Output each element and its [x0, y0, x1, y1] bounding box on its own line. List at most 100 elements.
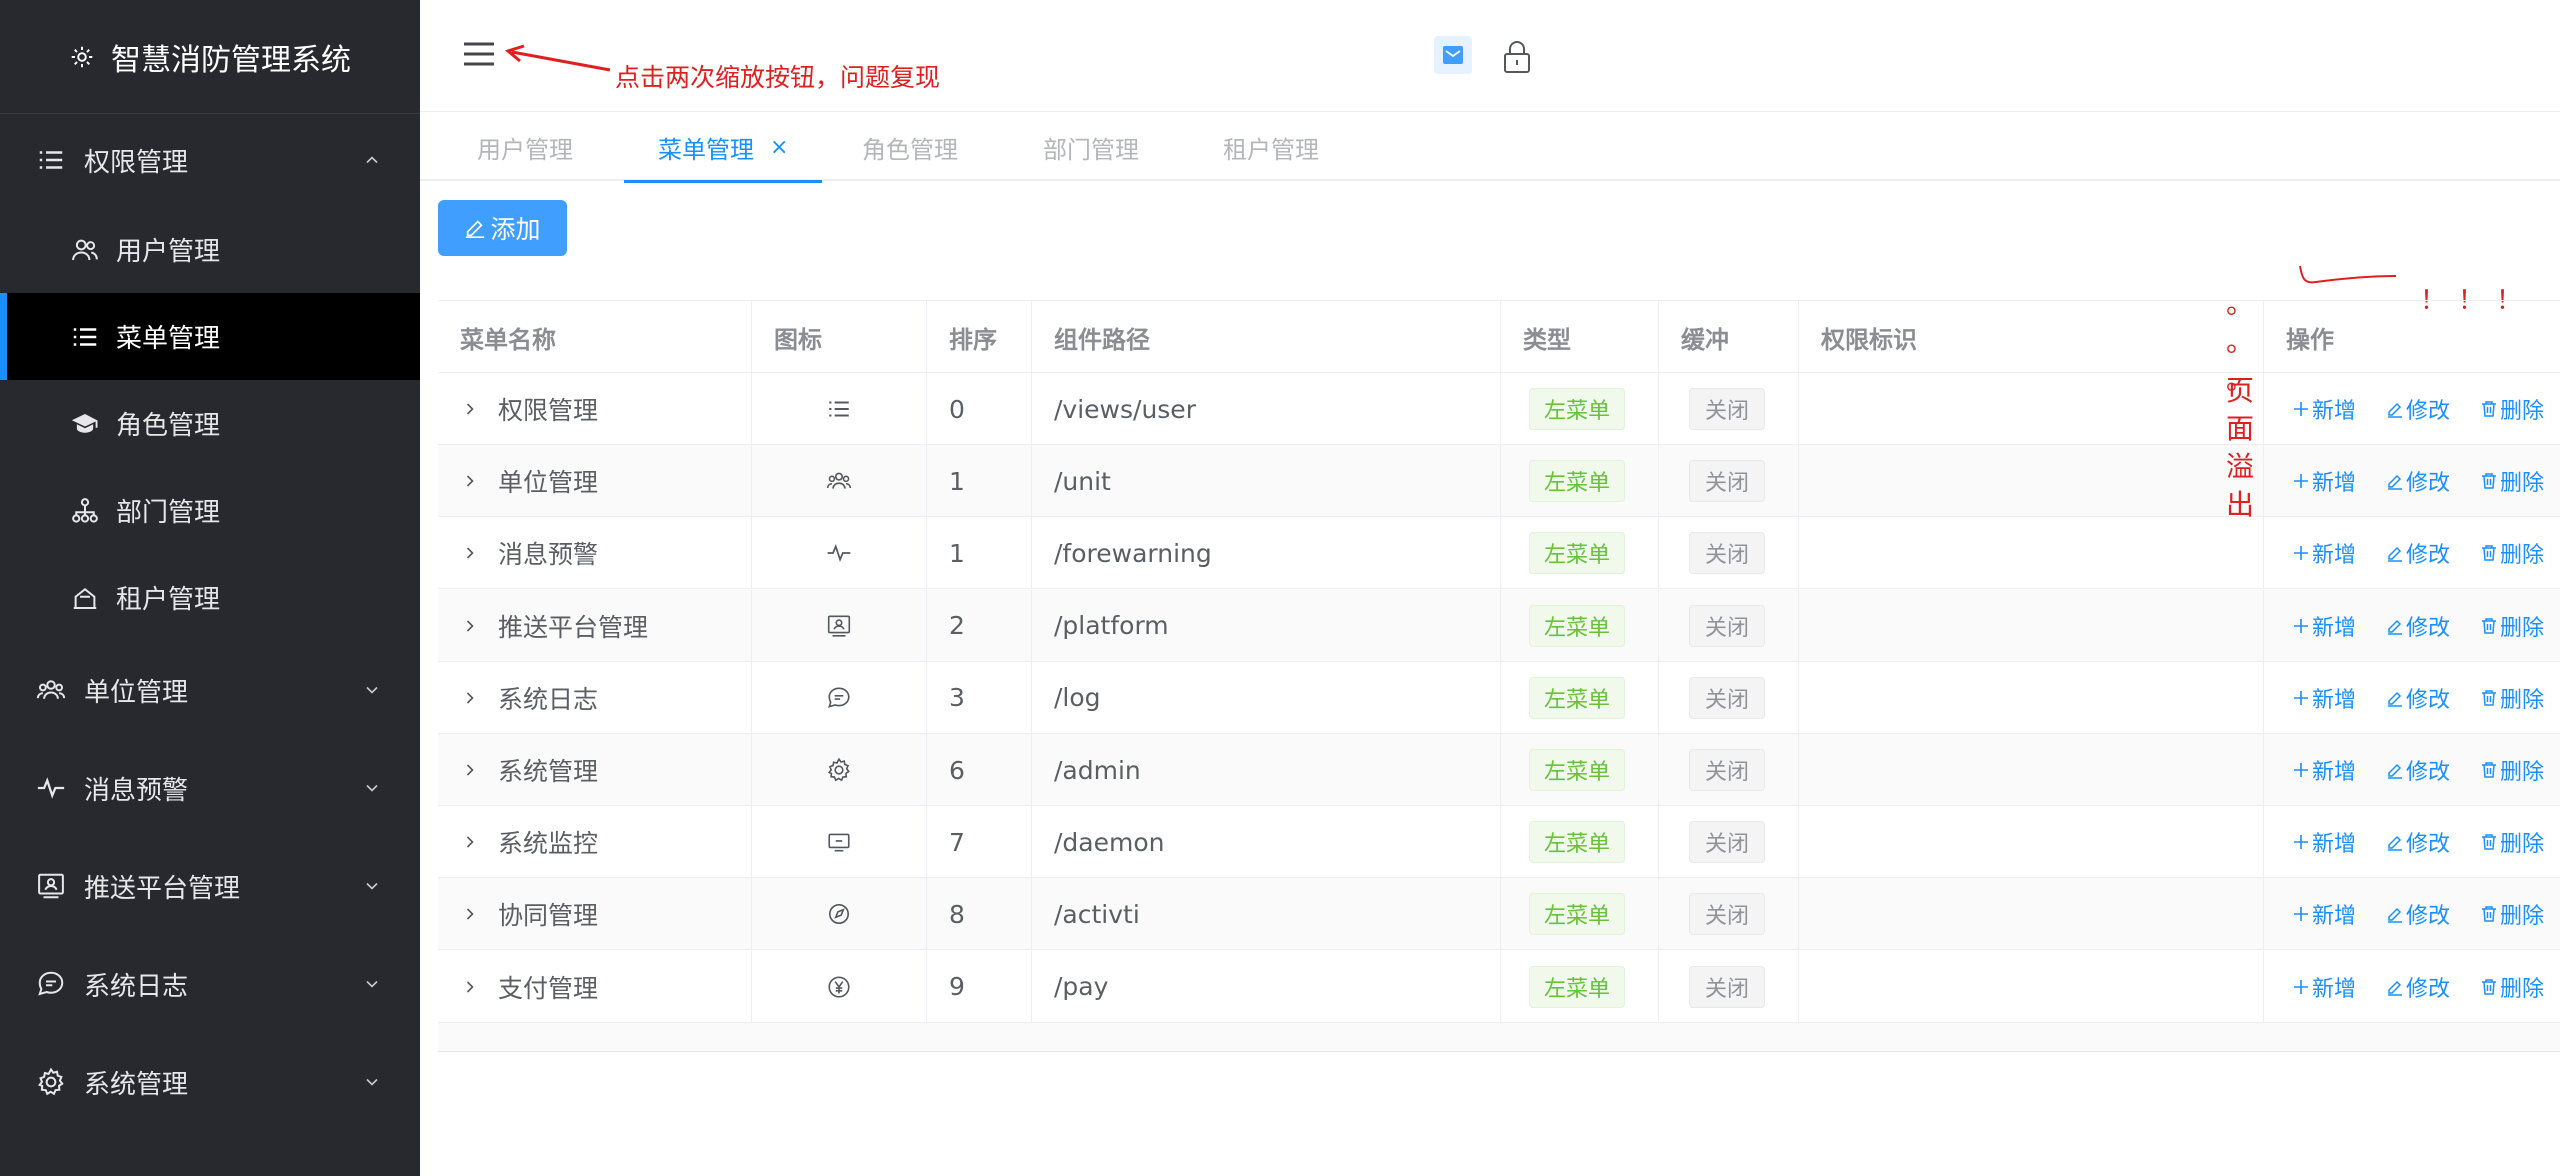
- gear-icon: [71, 46, 93, 67]
- delete-button[interactable]: 删除: [2480, 537, 2544, 569]
- message-button[interactable]: [1434, 36, 1472, 74]
- col-sort-header[interactable]: 排序: [927, 301, 1032, 373]
- op-label: 新增: [2312, 904, 2357, 930]
- sidebar-item-tenants[interactable]: 租户管理: [0, 554, 420, 641]
- add-child-button[interactable]: 新增: [2292, 682, 2356, 714]
- trash-icon: [2482, 473, 2497, 489]
- sidebar-group-unit[interactable]: 单位管理: [0, 641, 420, 739]
- cell-name-text: 系统监控: [498, 829, 599, 859]
- sidebar-group-platform[interactable]: 推送平台管理: [0, 837, 420, 935]
- cell-name: 支付管理: [438, 950, 752, 1023]
- delete-button[interactable]: 删除: [2480, 393, 2544, 425]
- cell-name: 协同管理: [438, 878, 752, 951]
- table-row[interactable]: 协同管理 8 /activti 左菜单 关闭 新增 修改 删除: [438, 878, 2560, 951]
- sidebar-item-menus[interactable]: 菜单管理: [0, 293, 420, 380]
- add-child-button[interactable]: 新增: [2292, 898, 2356, 930]
- users-icon: [72, 239, 98, 260]
- tab-roles[interactable]: 角色管理: [862, 113, 958, 181]
- trash-icon: [2482, 978, 2497, 995]
- op-label: 新增: [2312, 687, 2357, 713]
- edit-button[interactable]: 修改: [2386, 754, 2450, 786]
- chevron-right-icon[interactable]: [462, 906, 478, 922]
- chevron-right-icon[interactable]: [462, 762, 478, 778]
- add-child-button[interactable]: 新增: [2292, 537, 2356, 569]
- op-label: 删除: [2500, 471, 2545, 497]
- chevron-right-icon[interactable]: [462, 401, 478, 417]
- col-perm-header[interactable]: 权限标识: [1799, 301, 2264, 373]
- delete-button[interactable]: 删除: [2480, 610, 2544, 642]
- sidebar-group-warning[interactable]: 消息预警: [0, 739, 420, 837]
- sidebar-item-roles[interactable]: 角色管理: [0, 380, 420, 467]
- col-type-header[interactable]: 类型: [1501, 301, 1659, 373]
- chat-icon: [827, 687, 850, 708]
- cell-path: /daemon: [1032, 806, 1501, 879]
- delete-button[interactable]: 删除: [2480, 971, 2544, 1003]
- table-row[interactable]: 系统管理 6 /admin 左菜单 关闭 新增 修改 删除: [438, 734, 2560, 806]
- delete-button[interactable]: 删除: [2480, 898, 2544, 930]
- edit-button[interactable]: 修改: [2386, 610, 2450, 642]
- edit-button[interactable]: 修改: [2386, 682, 2450, 714]
- add-child-button[interactable]: 新增: [2292, 465, 2356, 497]
- tab-menus[interactable]: 菜单管理 ×: [623, 113, 823, 183]
- cache-tag: 关闭: [1689, 676, 1765, 719]
- table-row[interactable]: 推送平台管理 2 /platform 左菜单 关闭 新增 修改 删除: [438, 589, 2560, 662]
- chevron-right-icon[interactable]: [462, 834, 478, 850]
- sidebar-group-log[interactable]: 系统日志: [0, 935, 420, 1033]
- cell-perm: [1799, 734, 2264, 806]
- add-child-button[interactable]: 新增: [2292, 754, 2356, 786]
- add-button-label: 添加: [490, 215, 541, 244]
- chevron-right-icon[interactable]: [462, 618, 478, 634]
- add-child-button[interactable]: 新增: [2292, 826, 2356, 858]
- edit-button[interactable]: 修改: [2386, 465, 2450, 497]
- tab-users[interactable]: 用户管理: [477, 113, 573, 181]
- col-name-header[interactable]: 菜单名称: [438, 301, 752, 373]
- chevron-right-icon[interactable]: [462, 690, 478, 706]
- type-tag: 左菜单: [1529, 388, 1625, 430]
- cell-path: /pay: [1032, 950, 1501, 1023]
- cache-tag: 关闭: [1689, 532, 1765, 575]
- edit-button[interactable]: 修改: [2386, 971, 2450, 1003]
- delete-button[interactable]: 删除: [2480, 682, 2544, 714]
- table-row[interactable]: 系统监控 7 /daemon 左菜单 关闭 新增 修改 删除: [438, 806, 2560, 879]
- col-cache-header[interactable]: 缓冲: [1659, 301, 1799, 373]
- col-ops-header[interactable]: 操作: [2264, 301, 2560, 373]
- edit-button[interactable]: 修改: [2386, 537, 2450, 569]
- chevron-down-icon: [366, 686, 378, 694]
- op-label: 新增: [2312, 832, 2357, 858]
- sidebar-item-users[interactable]: 用户管理: [0, 206, 420, 293]
- cell-perm: [1799, 373, 2264, 445]
- delete-button[interactable]: 删除: [2480, 754, 2544, 786]
- chevron-right-icon[interactable]: [462, 979, 478, 995]
- chevron-right-icon[interactable]: [462, 545, 478, 561]
- annotation-char: 出: [2225, 488, 2254, 521]
- sidebar-item-departments[interactable]: 部门管理: [0, 467, 420, 554]
- add-child-button[interactable]: 新增: [2292, 393, 2356, 425]
- hamburger-icon[interactable]: [462, 40, 496, 68]
- col-icon-header[interactable]: 图标: [752, 301, 927, 373]
- cell-name: 单位管理: [438, 445, 752, 518]
- tab-tenants[interactable]: 租户管理: [1223, 113, 1319, 181]
- chevron-right-icon[interactable]: [462, 473, 478, 489]
- lock-icon[interactable]: [1502, 40, 1532, 74]
- table-row[interactable]: 消息预警 1 /forewarning 左菜单 关闭 新增 修改 删除: [438, 517, 2560, 590]
- sidebar-group-system[interactable]: 系统管理: [0, 1033, 420, 1131]
- col-path-header[interactable]: 组件路径: [1032, 301, 1501, 373]
- edit-button[interactable]: 修改: [2386, 898, 2450, 930]
- cache-tag: 关闭: [1689, 965, 1765, 1008]
- close-icon[interactable]: ×: [770, 135, 788, 160]
- table-row[interactable]: 系统日志 3 /log 左菜单 关闭 新增 修改 删除: [438, 661, 2560, 734]
- table-row[interactable]: 支付管理 9 /pay 左菜单 关闭 新增 修改 删除: [438, 950, 2560, 1023]
- op-label: 修改: [2406, 399, 2451, 424]
- cell-name-text: 系统管理: [498, 757, 599, 786]
- edit-button[interactable]: 修改: [2386, 393, 2450, 425]
- tab-departments[interactable]: 部门管理: [1043, 113, 1139, 181]
- cell-path: /activti: [1032, 878, 1501, 951]
- sidebar-group-permission[interactable]: 权限管理: [0, 114, 420, 206]
- delete-button[interactable]: 删除: [2480, 465, 2544, 497]
- add-button[interactable]: 添加: [438, 200, 567, 256]
- cell-icon: [752, 878, 927, 951]
- add-child-button[interactable]: 新增: [2292, 610, 2356, 642]
- edit-button[interactable]: 修改: [2386, 826, 2450, 858]
- add-child-button[interactable]: 新增: [2292, 971, 2356, 1003]
- delete-button[interactable]: 删除: [2480, 826, 2544, 858]
